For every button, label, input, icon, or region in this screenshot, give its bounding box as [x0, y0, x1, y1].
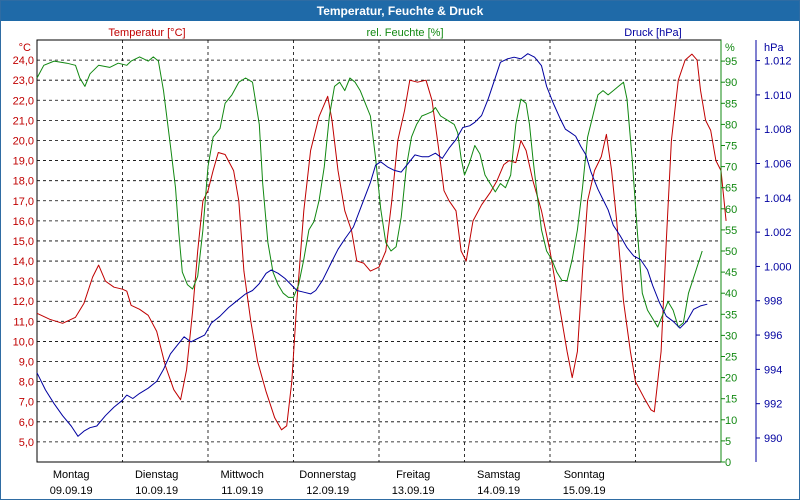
- temperature-tick-label: 22,0: [13, 95, 34, 107]
- temperature-tick-label: 17,0: [13, 196, 34, 208]
- temperature-tick-label: 8,0: [19, 377, 34, 389]
- pressure-tick-label: 998: [764, 296, 782, 308]
- x-axis-labels: Montag 09.09.19 Dienstag 10.09.19 Mittwoch 11…: [50, 469, 606, 497]
- temperature-tick-label: 9,0: [19, 357, 34, 369]
- temperature-axis-label: Temperatur [°C]: [108, 27, 185, 39]
- pressure-tick-label: 996: [764, 330, 782, 342]
- pressure-tick-label: 1.012: [764, 56, 792, 68]
- x-date-label: 15.09.19: [563, 485, 606, 497]
- humidity-tick-label: 75: [725, 141, 737, 153]
- pressure-tick-label: 994: [764, 364, 782, 376]
- temperature-tick-label: 5,0: [19, 437, 34, 449]
- pressure-tick-label: 1.006: [764, 159, 792, 171]
- temperature-tick-label: 18,0: [13, 176, 34, 188]
- humidity-tick-label: 50: [725, 246, 737, 258]
- humidity-tick-label: 10: [725, 415, 737, 427]
- humidity-tick-label: 40: [725, 288, 737, 300]
- humidity-tick-label: 90: [725, 77, 737, 89]
- temperature-tick-label: 21,0: [13, 115, 34, 127]
- humidity-unit: %: [725, 42, 735, 54]
- x-date-label: 13.09.19: [392, 485, 435, 497]
- x-day-label: Sonntag: [564, 469, 605, 481]
- x-date-label: 11.09.19: [221, 485, 263, 497]
- temperature-tick-label: 23,0: [13, 75, 34, 87]
- humidity-tick-label: 0: [725, 457, 731, 469]
- x-day-label: Samstag: [477, 469, 520, 481]
- humidity-tick-label: 55: [725, 225, 737, 237]
- temperature-tick-label: 11,0: [13, 316, 34, 328]
- humidity-tick-label: 45: [725, 267, 737, 279]
- x-date-label: 10.09.19: [135, 485, 178, 497]
- humidity-tick-label: 95: [725, 56, 737, 68]
- chart-area: 5,0 6,0 7,0 8,0 9,0 10,0 11,0 12,0 13,0 14,0 15,0 1…: [13, 27, 792, 497]
- temperature-tick-label: 15,0: [13, 236, 34, 248]
- pressure-tick-label: 1.008: [764, 124, 792, 136]
- humidity-tick-label: 35: [725, 309, 737, 321]
- humidity-axis-label: rel. Feuchte [%]: [366, 27, 443, 39]
- humidity-tick-label: 60: [725, 204, 737, 216]
- temperature-unit: °C: [19, 42, 31, 54]
- temperature-tick-label: 14,0: [13, 256, 34, 268]
- temperature-tick-label: 19,0: [13, 156, 34, 168]
- pressure-tick-label: 1.002: [764, 227, 792, 239]
- humidity-tick-label: 15: [725, 394, 737, 406]
- humidity-tick-label: 70: [725, 162, 737, 174]
- temperature-tick-label: 24,0: [13, 55, 34, 67]
- x-day-label: Dienstag: [135, 469, 178, 481]
- pressure-tick-label: 1.000: [764, 261, 792, 273]
- x-day-label: Freitag: [396, 469, 430, 481]
- x-day-label: Donnerstag: [299, 469, 356, 481]
- x-date-label: 14.09.19: [477, 485, 520, 497]
- humidity-tick-label: 25: [725, 352, 737, 364]
- temperature-tick-label: 20,0: [13, 135, 34, 147]
- pressure-unit: hPa: [764, 42, 784, 54]
- x-date-label: 09.09.19: [50, 485, 93, 497]
- temperature-tick-label: 7,0: [19, 397, 34, 409]
- pressure-tick-label: 992: [764, 399, 782, 411]
- temperature-tick-label: 13,0: [13, 276, 34, 288]
- temperature-tick-label: 12,0: [13, 296, 34, 308]
- humidity-tick-label: 5: [725, 436, 731, 448]
- x-day-label: Mittwoch: [220, 469, 263, 481]
- humidity-tick-label: 65: [725, 183, 737, 195]
- temperature-tick-label: 16,0: [13, 216, 34, 228]
- temperature-tick-label: 6,0: [19, 417, 34, 429]
- x-day-label: Montag: [53, 469, 90, 481]
- humidity-tick-label: 85: [725, 98, 737, 110]
- pressure-tick-label: 990: [764, 433, 782, 445]
- temperature-tick-label: 10,0: [13, 336, 34, 348]
- humidity-tick-label: 20: [725, 373, 737, 385]
- pressure-tick-label: 1.010: [764, 90, 792, 102]
- pressure-axis-label: Druck [hPa]: [624, 27, 681, 39]
- pressure-tick-label: 1.004: [764, 193, 792, 205]
- humidity-tick-label: 80: [725, 119, 737, 131]
- x-date-label: 12.09.19: [306, 485, 349, 497]
- humidity-tick-label: 30: [725, 330, 737, 342]
